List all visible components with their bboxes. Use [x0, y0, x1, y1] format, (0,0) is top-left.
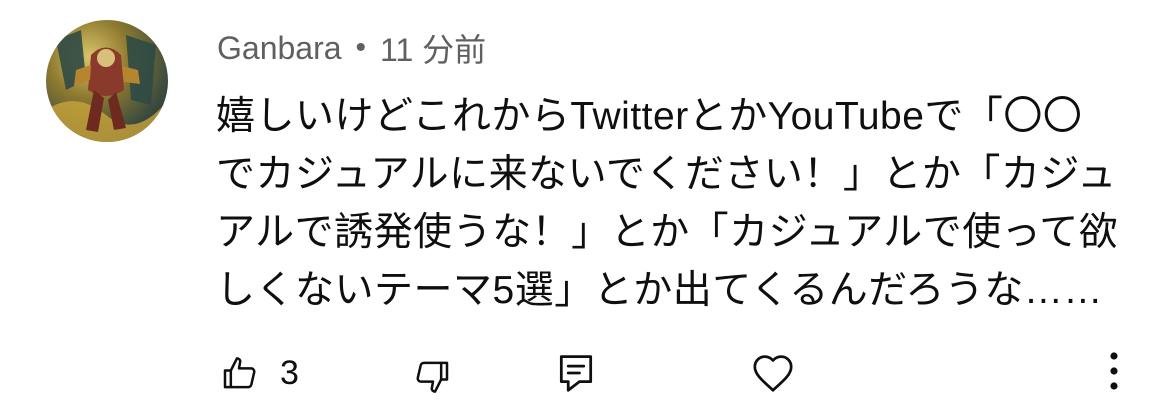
comment-time[interactable]: 11 分前 — [380, 25, 486, 71]
comment-actions: 3 — [0, 345, 1166, 401]
separator-dot: • — [355, 31, 367, 64]
comment-text-line: でカジュアルに来ないでください！」とか「カジュ — [216, 153, 1117, 196]
reply-icon — [559, 355, 593, 392]
like-count: 3 — [280, 354, 299, 392]
reply-button[interactable] — [556, 351, 596, 395]
thumbs-down-icon — [416, 361, 449, 393]
comment-text-line: しくないテーマ5選」とか出てくるんだろうな…… — [216, 269, 1103, 312]
more-vert-icon — [1110, 352, 1118, 390]
comment-text: 嬉しいけどこれからTwitterとかYouTubeで「〇〇 でカジュアルに来ない… — [216, 88, 1119, 320]
comment-header: Ganbara • 11 分前 — [217, 26, 486, 70]
more-options-button[interactable] — [1102, 347, 1126, 395]
heart-icon — [753, 355, 793, 392]
comment-item: Ganbara • 11 分前 嬉しいけどこれからTwitterとかYouTub… — [0, 0, 1166, 418]
comment-text-line: 嬉しいけどこれからTwitterとかYouTubeで「〇〇 — [216, 95, 1083, 138]
dislike-button[interactable] — [410, 355, 454, 399]
thumbs-up-icon — [223, 357, 256, 389]
author-name[interactable]: Ganbara — [217, 30, 342, 67]
avatar-image — [46, 30, 168, 142]
like-button[interactable] — [218, 351, 262, 395]
avatar[interactable] — [46, 20, 168, 142]
comment-text-line: アルで誘発使うな！」とか「カジュアルで使って欲 — [216, 211, 1119, 254]
heart-button[interactable] — [750, 351, 796, 395]
